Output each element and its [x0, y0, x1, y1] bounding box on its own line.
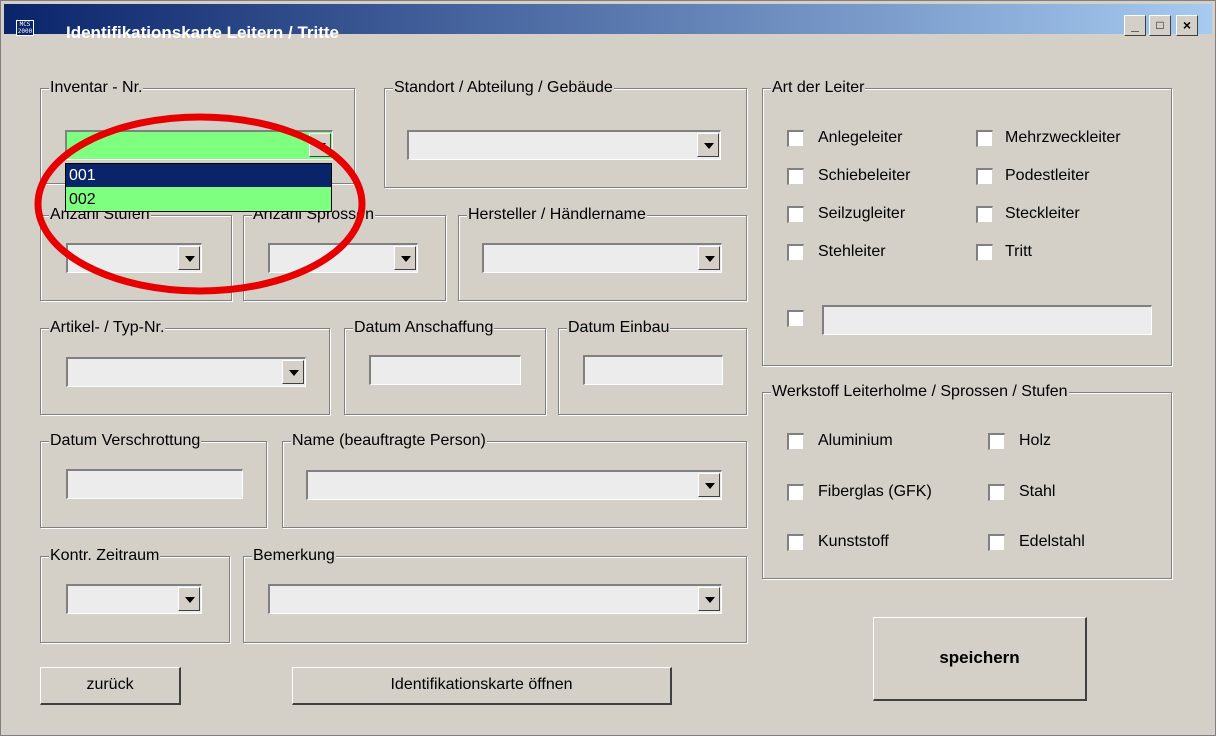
other-type-field[interactable]	[822, 305, 1152, 335]
checkbox-steckleiter[interactable]	[976, 206, 993, 223]
checkbox-label: Aluminium	[818, 432, 893, 449]
minimize-icon: _	[1131, 17, 1139, 33]
checkbox-mehrzweckleiter[interactable]	[976, 130, 993, 147]
checkbox-schiebeleiter[interactable]	[787, 168, 804, 185]
checkbox-holz[interactable]	[988, 433, 1005, 450]
datum-verschrottung-field[interactable]	[66, 469, 243, 499]
chevron-down-icon[interactable]	[178, 246, 200, 270]
chevron-down-icon[interactable]	[282, 360, 304, 384]
minimize-button[interactable]: _	[1124, 15, 1146, 36]
chevron-down-icon[interactable]	[698, 473, 720, 497]
checkbox-label: Fiberglas (GFK)	[818, 483, 932, 500]
chevron-down-icon[interactable]	[309, 133, 331, 157]
checkbox-label: Holz	[1019, 432, 1052, 449]
checkbox-podestleiter[interactable]	[976, 168, 993, 185]
checkbox-fiberglas[interactable]	[787, 484, 804, 501]
app-icon: MCS 2000	[16, 20, 34, 36]
close-button[interactable]: ×	[1176, 15, 1198, 36]
chevron-down-icon[interactable]	[394, 246, 416, 270]
chevron-down-icon[interactable]	[178, 587, 200, 611]
window-title: Identifikationskarte Leitern / Tritte	[66, 23, 340, 42]
checkbox-label: Stehleiter	[818, 243, 886, 260]
anzahl-stufen-combobox[interactable]	[66, 243, 202, 273]
hersteller-combobox[interactable]	[482, 243, 722, 273]
bemerkung-combobox[interactable]	[268, 584, 722, 614]
checkbox-seilzugleiter[interactable]	[787, 206, 804, 223]
datum-anschaffung-field[interactable]	[369, 355, 521, 385]
inventar-dropdown-list: 001 002	[65, 163, 332, 212]
datum-einbau-label: Datum Einbau	[567, 319, 671, 337]
datum-verschrottung-label: Datum Verschrottung	[49, 432, 202, 450]
kontr-zeitraum-label: Kontr. Zeitraum	[49, 547, 161, 565]
dropdown-option[interactable]: 002	[66, 188, 331, 211]
dropdown-option[interactable]: 001	[66, 164, 331, 187]
checkbox-label: Podestleiter	[1005, 167, 1090, 184]
inventar-combobox[interactable]	[65, 130, 333, 160]
maximize-button[interactable]: □	[1149, 15, 1171, 36]
checkbox-tritt[interactable]	[976, 244, 993, 261]
checkbox-label: Kunststoff	[818, 533, 889, 550]
checkbox-other[interactable]	[787, 310, 804, 327]
standort-label: Standort / Abteilung / Gebäude	[393, 79, 614, 97]
bemerkung-label: Bemerkung	[252, 547, 336, 565]
kontr-zeitraum-combobox[interactable]	[66, 584, 202, 614]
chevron-down-icon[interactable]	[698, 246, 720, 270]
inventar-label: Inventar - Nr.	[49, 79, 144, 97]
checkbox-label: Tritt	[1005, 243, 1032, 260]
back-button[interactable]: zurück	[40, 667, 181, 705]
checkbox-stahl[interactable]	[988, 484, 1005, 501]
checkbox-label: Steckleiter	[1005, 205, 1080, 222]
checkbox-label: Schiebeleiter	[818, 167, 911, 184]
save-button[interactable]: speichern	[873, 617, 1087, 701]
checkbox-aluminium[interactable]	[787, 433, 804, 450]
close-icon: ×	[1182, 17, 1192, 33]
anzahl-sprossen-combobox[interactable]	[268, 243, 418, 273]
standort-combobox[interactable]	[407, 130, 721, 160]
werkstoff-label: Werkstoff Leiterholme / Sprossen / Stufe…	[771, 383, 1069, 401]
checkbox-anlegeleiter[interactable]	[787, 130, 804, 147]
checkbox-label: Anlegeleiter	[818, 129, 903, 146]
checkbox-label: Edelstahl	[1019, 533, 1085, 550]
checkbox-label: Mehrzweckleiter	[1005, 129, 1121, 146]
checkbox-label: Stahl	[1019, 483, 1056, 500]
art-der-leiter-label: Art der Leiter	[771, 79, 866, 97]
chevron-down-icon[interactable]	[698, 587, 720, 611]
artikel-combobox[interactable]	[66, 357, 306, 387]
checkbox-edelstahl[interactable]	[988, 534, 1005, 551]
open-card-button[interactable]: Identifikationskarte öffnen	[292, 667, 672, 705]
artikel-label: Artikel- / Typ-Nr.	[49, 319, 166, 337]
datum-anschaffung-label: Datum Anschaffung	[353, 319, 495, 337]
checkbox-kunststoff[interactable]	[787, 534, 804, 551]
datum-einbau-field[interactable]	[583, 355, 723, 385]
checkbox-label: Seilzugleiter	[818, 205, 906, 222]
chevron-down-icon[interactable]	[697, 133, 719, 157]
name-label: Name (beauftragte Person)	[291, 432, 487, 450]
maximize-icon: □	[1156, 18, 1164, 32]
hersteller-label: Hersteller / Händlername	[467, 206, 647, 224]
checkbox-stehleiter[interactable]	[787, 244, 804, 261]
name-combobox[interactable]	[306, 470, 722, 500]
